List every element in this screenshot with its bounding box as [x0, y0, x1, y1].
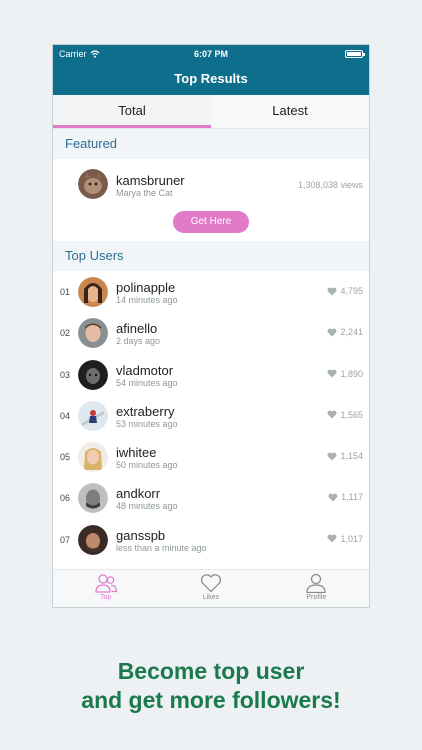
avatar — [78, 169, 108, 199]
timestamp: 48 minutes ago — [116, 501, 178, 512]
battery-icon — [345, 50, 365, 58]
featured-card[interactable]: kamsbruner Marya the Cat 1,308,038 views… — [53, 159, 369, 241]
likes-count: 1,890 — [327, 369, 363, 379]
featured-subtitle: Marya the Cat — [116, 188, 173, 198]
avatar — [78, 524, 108, 555]
heart-icon — [327, 534, 337, 543]
likes-value: 2,241 — [340, 327, 363, 338]
promo-line-1: Become top user — [117, 658, 305, 684]
timestamp: less than a minute ago — [116, 542, 207, 553]
segment-tabs: Total Latest — [53, 95, 369, 129]
featured-username[interactable]: kamsbruner — [116, 173, 185, 188]
rank: 03 — [60, 369, 71, 380]
avatar — [78, 277, 108, 307]
person-icon — [306, 573, 326, 593]
likes-value: 4,795 — [340, 286, 363, 296]
navigation-bar: Carrier 6:07 PM Top Results — [53, 45, 369, 95]
username: gansspb — [116, 527, 166, 543]
likes-count: 2,241 — [327, 327, 363, 337]
promo-text: Become top user and get more followers! — [0, 657, 422, 715]
avatar — [78, 400, 108, 431]
rank: 01 — [60, 287, 71, 297]
avatar — [78, 318, 108, 349]
timestamp: 14 minutes ago — [116, 295, 178, 305]
list-item[interactable]: 02 afinello 2 days ago 2,241 — [53, 312, 369, 353]
username: andkorr — [116, 486, 161, 502]
timestamp: 53 minutes ago — [116, 418, 178, 429]
rank: 07 — [60, 534, 71, 545]
tabbar-item-likes[interactable]: Likes — [158, 570, 263, 607]
username: polinapple — [116, 280, 176, 295]
bottom-tab-bar: Top Likes Profile — [53, 569, 369, 607]
timestamp: 2 days ago — [116, 336, 161, 347]
heart-icon — [200, 574, 222, 593]
list-item[interactable]: 03 vladmotor 54 minutes ago 1,890 — [53, 354, 369, 395]
list-item[interactable]: 06 andkorr 48 minutes ago 1,117 — [53, 477, 369, 518]
tabbar-item-profile[interactable]: Profile — [264, 570, 369, 607]
get-here-button[interactable]: Get Here — [173, 211, 249, 233]
rank: 02 — [60, 328, 71, 339]
likes-value: 1,117 — [341, 492, 363, 503]
likes-count: 1,565 — [327, 410, 363, 420]
likes-value: 1,890 — [340, 368, 363, 379]
promo-line-2: and get more followers! — [81, 687, 341, 713]
username: afinello — [116, 321, 158, 337]
list-item[interactable]: 01 polinapple 14 minutes ago 4,795 — [53, 271, 369, 312]
heart-icon — [327, 369, 337, 378]
likes-count: 1,154 — [327, 451, 363, 461]
tabbar-label: Profile — [306, 594, 327, 601]
tabbar-label: Likes — [202, 594, 220, 601]
top-users-list: 01 polinapple 14 minutes ago 4,795 02 af… — [53, 271, 369, 561]
username: iwhitee — [116, 445, 157, 461]
list-item[interactable]: 07 gansspb less than a minute ago 1,017 — [53, 519, 369, 560]
likes-value: 1,017 — [340, 533, 363, 544]
likes-count: 4,795 — [327, 286, 363, 296]
heart-icon — [327, 328, 337, 337]
likes-value: 1,565 — [340, 409, 363, 420]
avatar — [78, 483, 108, 514]
tab-total[interactable]: Total — [53, 95, 211, 128]
list-item[interactable]: 04 extraberry 53 minutes ago 1,565 — [53, 395, 369, 436]
top-users-header: Top Users — [53, 241, 369, 271]
username: vladmotor — [116, 362, 174, 378]
featured-header: Featured — [53, 129, 369, 159]
rank: 04 — [60, 410, 71, 421]
rank: 05 — [60, 452, 71, 463]
heart-icon — [327, 287, 337, 295]
page-title: Top Results — [174, 71, 248, 86]
heart-icon — [328, 493, 338, 502]
rank: 06 — [60, 493, 71, 504]
timestamp: 54 minutes ago — [116, 377, 178, 388]
tab-latest[interactable]: Latest — [211, 95, 369, 128]
likes-count: 1,117 — [328, 492, 363, 502]
heart-icon — [327, 452, 337, 461]
avatar — [78, 442, 108, 473]
tabbar-item-top[interactable]: Top — [53, 570, 158, 607]
heart-icon — [327, 410, 337, 419]
avatar — [78, 359, 108, 390]
list-item[interactable]: 05 iwhitee 50 minutes ago 1,154 — [53, 436, 369, 477]
status-bar: Carrier 6:07 PM — [53, 45, 369, 63]
timestamp: 50 minutes ago — [116, 460, 178, 471]
users-icon — [95, 574, 117, 593]
likes-count: 1,017 — [327, 534, 363, 544]
phone-screen: Carrier 6:07 PM Top Results Total Latest… — [52, 44, 370, 608]
tabbar-label: Top — [100, 594, 112, 601]
likes-value: 1,154 — [340, 451, 363, 462]
status-time: 6:07 PM — [193, 49, 228, 59]
username: extraberry — [116, 403, 175, 419]
featured-views: 1,308,038 views — [297, 180, 363, 190]
